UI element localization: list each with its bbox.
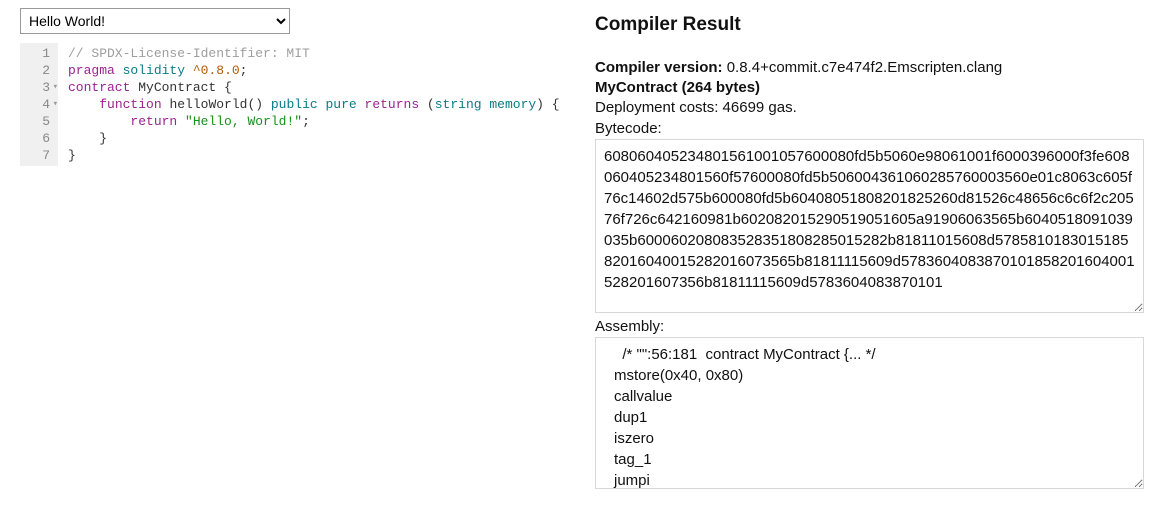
deployment-cost: Deployment costs: 46699 gas.	[595, 98, 1159, 118]
right-column: Compiler Result Compiler version: 0.8.4+…	[575, 8, 1159, 513]
gutter-line: 6	[28, 130, 50, 147]
assembly-output[interactable]	[595, 337, 1144, 489]
gutter-line: 4▾	[28, 96, 50, 113]
gutter-line: 5	[28, 113, 50, 130]
code-line[interactable]: }	[68, 147, 560, 164]
compiler-result-heading: Compiler Result	[595, 14, 1159, 36]
editor-gutter: 123▾4▾567	[20, 43, 58, 166]
compiler-version-label: Compiler version:	[595, 59, 723, 76]
compiler-version-line: Compiler version: 0.8.4+commit.c7e474f2.…	[595, 58, 1159, 78]
code-editor[interactable]: 123▾4▾567 // SPDX-License-Identifier: MI…	[20, 42, 575, 166]
gutter-line: 3▾	[28, 79, 50, 96]
contract-select[interactable]: Hello World!	[20, 8, 290, 34]
code-line[interactable]: return "Hello, World!";	[68, 113, 560, 130]
code-line[interactable]: pragma solidity ^0.8.0;	[68, 62, 560, 79]
assembly-label: Assembly:	[595, 318, 1159, 335]
code-line[interactable]: contract MyContract {	[68, 79, 560, 96]
compiler-version-value: 0.8.4+commit.c7e474f2.Emscripten.clang	[727, 59, 1003, 76]
fold-marker-icon[interactable]: ▾	[53, 96, 58, 113]
bytecode-label: Bytecode:	[595, 120, 1159, 137]
code-line[interactable]: function helloWorld() public pure return…	[68, 96, 560, 113]
gutter-line: 2	[28, 62, 50, 79]
code-line[interactable]: // SPDX-License-Identifier: MIT	[68, 45, 560, 62]
gutter-line: 7	[28, 147, 50, 164]
gutter-line: 1	[28, 45, 50, 62]
editor-code[interactable]: // SPDX-License-Identifier: MITpragma so…	[58, 43, 564, 166]
fold-marker-icon[interactable]: ▾	[53, 79, 58, 96]
contract-summary: MyContract (264 bytes)	[595, 78, 1159, 98]
bytecode-output[interactable]	[595, 139, 1144, 313]
code-line[interactable]: }	[68, 130, 560, 147]
app-root: Hello World! 123▾4▾567 // SPDX-License-I…	[0, 0, 1169, 523]
left-column: Hello World! 123▾4▾567 // SPDX-License-I…	[20, 8, 575, 513]
